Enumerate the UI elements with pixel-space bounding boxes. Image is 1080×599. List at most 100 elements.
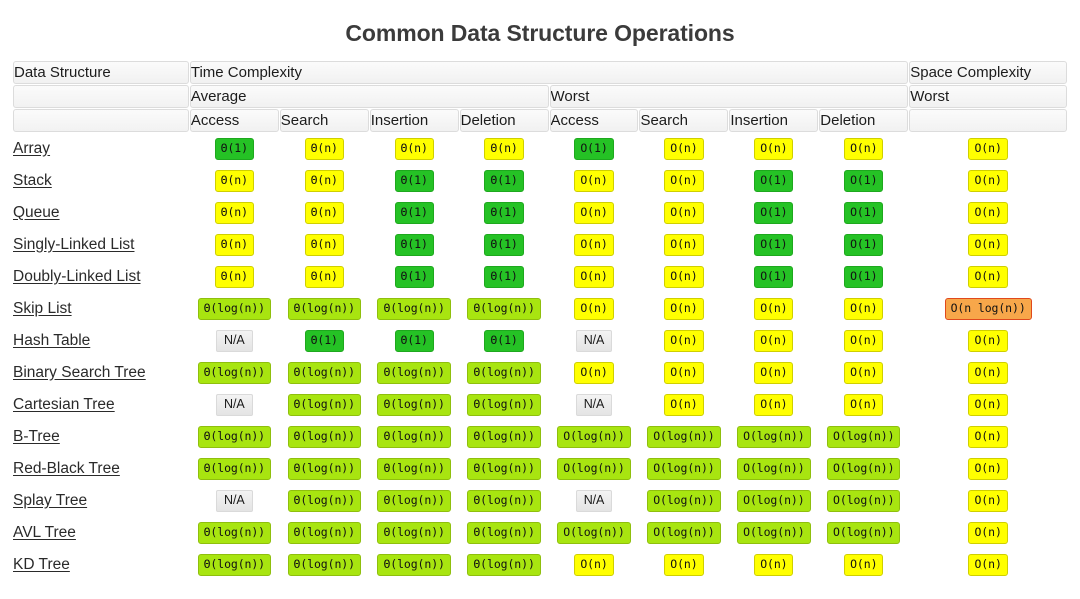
complexity-badge-yellow: O(n)	[574, 169, 614, 192]
data-structure-link[interactable]: Binary Search Tree	[13, 364, 146, 381]
complexity-cell: O(log(n))	[639, 485, 728, 516]
complexity-badge-na: N/A	[216, 489, 253, 512]
complexity-badge-lime: O(log(n))	[557, 521, 631, 544]
header-cell-search: Search	[639, 109, 729, 132]
complexity-badge-yellow: O(n)	[664, 553, 704, 576]
data-structure-link[interactable]: Array	[13, 140, 50, 157]
complexity-cell: O(log(n))	[819, 421, 908, 452]
complexity-cell: Θ(n)	[190, 165, 279, 196]
complexity-badge-lime: Θ(log(n))	[377, 425, 451, 448]
complexity-cell: O(n)	[550, 229, 639, 260]
table-row: Cartesian Tree N/A Θ(log(n)) Θ(log(n)) Θ(log…	[13, 389, 1067, 420]
complexity-cell: O(1)	[550, 133, 639, 164]
complexity-badge-yellow: Θ(n)	[214, 169, 254, 192]
data-structure-link[interactable]: KD Tree	[13, 556, 70, 573]
data-structure-link[interactable]: Splay Tree	[13, 492, 87, 509]
data-structure-link[interactable]: Stack	[13, 172, 52, 189]
complexity-cell: N/A	[550, 325, 639, 356]
complexity-badge-yellow: O(n)	[968, 553, 1008, 576]
complexity-cell: Θ(1)	[370, 325, 459, 356]
complexity-cell: O(n)	[639, 229, 728, 260]
complexity-badge-lime: Θ(log(n))	[287, 297, 361, 320]
complexity-badge-yellow: O(n)	[968, 137, 1008, 160]
table-row: KD Tree Θ(log(n)) Θ(log(n)) Θ(log(n)) Θ(log(…	[13, 549, 1067, 580]
complexity-badge-lime: Θ(log(n))	[377, 521, 451, 544]
complexity-cell: Θ(log(n))	[460, 485, 549, 516]
data-structure-link[interactable]: Cartesian Tree	[13, 396, 115, 413]
complexity-cell: O(n)	[819, 389, 908, 420]
complexity-cell: O(log(n))	[550, 517, 639, 548]
complexity-cell: O(n)	[639, 549, 728, 580]
complexity-badge-green: Θ(1)	[394, 169, 434, 192]
complexity-cell: Θ(1)	[460, 229, 549, 260]
complexity-cell: O(n)	[639, 165, 728, 196]
complexity-badge-green: Θ(1)	[394, 329, 434, 352]
complexity-cell: Θ(log(n))	[460, 293, 549, 324]
complexity-cell: O(n)	[550, 197, 639, 228]
data-structure-link[interactable]: Red-Black Tree	[13, 460, 120, 477]
complexity-badge-lime: Θ(log(n))	[197, 361, 272, 384]
complexity-cell: Θ(1)	[460, 261, 549, 292]
table-row: Red-Black Tree Θ(log(n)) Θ(log(n)) Θ(log(n)…	[13, 453, 1067, 484]
complexity-badge-green: O(1)	[754, 169, 794, 192]
complexity-badge-green: O(1)	[754, 233, 794, 256]
complexity-cell: Θ(n)	[280, 197, 369, 228]
header-row-case: Average Worst Worst	[13, 85, 1067, 108]
complexity-cell: Θ(log(n))	[460, 357, 549, 388]
complexity-cell: O(n)	[550, 357, 639, 388]
complexity-badge-green: Θ(1)	[484, 233, 524, 256]
complexity-badge-yellow: Θ(n)	[214, 233, 254, 256]
header-cell-deletion: Deletion	[819, 109, 909, 132]
complexity-cell: O(n)	[550, 261, 639, 292]
complexity-badge-lime: O(log(n))	[647, 457, 721, 480]
complexity-cell: O(n)	[909, 325, 1067, 356]
complexity-cell: O(1)	[729, 261, 818, 292]
complexity-cell: O(n)	[909, 549, 1067, 580]
complexity-cell: Θ(log(n))	[190, 357, 279, 388]
complexity-badge-yellow: O(n)	[664, 137, 704, 160]
complexity-cell: O(n)	[729, 325, 818, 356]
complexity-badge-yellow: O(n)	[754, 137, 794, 160]
complexity-badge-na: N/A	[575, 329, 613, 352]
data-structure-link[interactable]: Singly-Linked List	[13, 236, 134, 253]
row-header-queue: Queue	[13, 197, 189, 228]
complexity-cell: Θ(log(n))	[370, 549, 459, 580]
row-header-singly-linked-list: Singly-Linked List	[13, 229, 189, 260]
data-structure-link[interactable]: Queue	[13, 204, 60, 221]
data-structure-link[interactable]: Skip List	[13, 300, 72, 317]
complexity-badge-yellow: O(n)	[754, 553, 794, 576]
complexity-badge-yellow: O(n)	[664, 265, 704, 288]
complexity-cell: O(n)	[909, 421, 1067, 452]
complexity-cell: Θ(n)	[460, 133, 549, 164]
data-structure-link[interactable]: B-Tree	[13, 428, 60, 445]
table-row: B-Tree Θ(log(n)) Θ(log(n)) Θ(log(n)) Θ(log(n…	[13, 421, 1067, 452]
complexity-badge-green: O(1)	[844, 169, 884, 192]
page-title: Common Data Structure Operations	[345, 20, 735, 46]
table-row: Doubly-Linked List Θ(n) Θ(n) Θ(1) Θ(1) O(n) O(…	[13, 261, 1067, 292]
complexity-cell: Θ(log(n))	[190, 549, 279, 580]
complexity-cell: O(n)	[639, 389, 728, 420]
complexity-cell: N/A	[190, 389, 279, 420]
complexity-badge-yellow: Θ(n)	[304, 265, 344, 288]
complexity-badge-yellow: O(n)	[844, 553, 884, 576]
complexity-badge-lime: Θ(log(n))	[197, 521, 272, 544]
complexity-badge-lime: O(log(n))	[737, 521, 811, 544]
complexity-cell: Θ(1)	[370, 165, 459, 196]
header-cell-worst: Worst	[909, 85, 1067, 108]
complexity-cell: O(log(n))	[729, 421, 818, 452]
complexity-badge-green: Θ(1)	[214, 137, 254, 160]
data-structure-link[interactable]: Doubly-Linked List	[13, 268, 141, 285]
complexity-badge-yellow: O(n)	[574, 233, 614, 256]
data-structure-link[interactable]: Hash Table	[13, 332, 90, 349]
complexity-badge-green: Θ(1)	[304, 329, 344, 352]
complexity-badge-yellow: O(n)	[968, 521, 1008, 544]
complexity-cell: O(log(n))	[729, 485, 818, 516]
complexity-cell: Θ(log(n))	[190, 293, 279, 324]
complexity-badge-green: O(1)	[844, 265, 884, 288]
complexity-cell: O(n)	[909, 229, 1067, 260]
header-cell-deletion: Deletion	[459, 109, 549, 132]
data-structure-link[interactable]: AVL Tree	[13, 524, 76, 541]
complexity-badge-yellow: O(n)	[574, 553, 614, 576]
row-header-hash-table: Hash Table	[13, 325, 189, 356]
complexity-badge-lime: Θ(log(n))	[287, 393, 361, 416]
